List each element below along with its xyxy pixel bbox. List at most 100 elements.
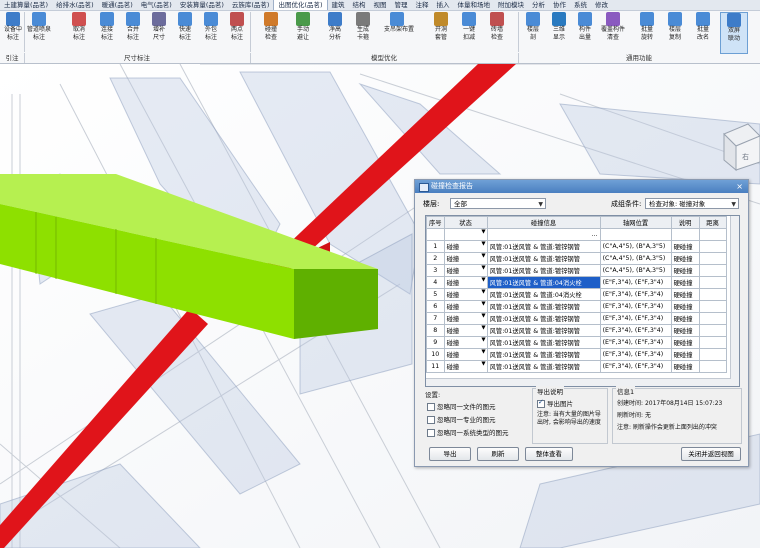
status-select[interactable]: 碰撞 ▼ [443,300,488,313]
table-row[interactable]: 4 碰撞 ▼ 风管:01送风管 & 管道:04消火栓 (E"F,3"4), (E"F,3… [426,276,727,289]
dialog-title-bar[interactable]: 碰撞检查报告 × [415,180,748,193]
ribbon-tool-button[interactable]: 取消 标注 [66,12,92,52]
ribbon-tab[interactable]: 暖通(品茗) [98,0,137,10]
checkbox[interactable] [427,403,435,411]
status-select[interactable]: 碰撞 ▼ [443,324,488,337]
status-select[interactable]: 碰撞 ▼ [443,276,488,289]
checkbox[interactable] [427,416,435,424]
table-row[interactable]: 11 碰撞 ▼ 风管:01送风管 & 管道:镀锌钢管 (E"F,3"4), (E"F,3… [426,360,727,373]
col-header-status[interactable]: 状态 [443,216,488,229]
status-select[interactable]: 碰撞 ▼ [443,252,488,265]
ribbon-tool-button[interactable]: 外包 标注 [198,12,224,52]
ribbon-tab[interactable]: 给排水(品茗) [52,0,98,10]
table-row[interactable]: 10 碰撞 ▼ 风管:01送风管 & 管道:镀锌钢管 (E"F,3"4), (E"F,3… [426,348,727,361]
col-header-no[interactable]: 序号 [426,216,445,229]
refresh-button[interactable]: 刷新 [477,447,519,461]
col-header-info[interactable]: 碰撞信息 [486,216,601,229]
status-select[interactable]: 碰撞 ▼ [443,336,488,349]
filter-cell[interactable] [670,228,700,241]
ribbon-tool-button[interactable]: 构件 出量 [572,12,598,52]
table-row[interactable]: 1 碰撞 ▼ 风管:01送风管 & 管道:镀锌钢管 (C"A,4"5), (B"A,3"… [426,240,727,253]
table-vertical-scrollbar[interactable] [730,216,739,386]
ribbon-tab[interactable]: 出图优化(品茗) [273,0,328,10]
ribbon-tab[interactable]: 插入 [433,0,454,10]
ribbon-tool-button[interactable]: 合并 标注 [120,12,146,52]
setting-label: 忽略同一系统类型的图元 [437,429,509,437]
setting-ignore-same-discipline[interactable]: 忽略同一专业的图元 [427,414,496,424]
status-select[interactable]: 碰撞 ▼ [443,312,488,325]
ribbon-tool-button[interactable]: 手动 避让 [290,12,316,52]
export-button[interactable]: 导出 [429,447,471,461]
ribbon-tool-button[interactable]: 三维 显示 [546,12,572,52]
filter-cell[interactable] [698,228,727,241]
ribbon-tab[interactable]: 管理 [391,0,412,10]
filter-cell[interactable] [599,228,672,241]
ribbon-tool-button[interactable]: 楼层 复制 [662,12,688,52]
status-select[interactable]: 碰撞 ▼ [443,360,488,373]
distance-cell [698,348,727,361]
overall-view-button[interactable]: 整体查看 [525,447,573,461]
ribbon-tool-button[interactable]: 设备中 标注 [0,12,26,52]
ribbon-tool-button[interactable]: 批量 改名 [690,12,716,52]
status-select[interactable]: 碰撞 ▼ [443,348,488,361]
checkbox[interactable] [427,429,435,437]
row-number: 6 [426,300,445,313]
ribbon-tool-button[interactable]: 砖墙 检查 [484,12,510,52]
ribbon-tab[interactable]: 协作 [549,0,570,10]
group-condition-select[interactable]: 检查对象: 碰撞对象 ▼ [645,198,739,209]
ribbon-tab[interactable]: 土建算量(品茗) [0,0,52,10]
setting-ignore-same-file[interactable]: 忽略同一文件的图元 [427,401,496,411]
setting-ignore-same-system[interactable]: 忽略同一系统类型的图元 [427,427,509,437]
ribbon-tab[interactable]: 系统 [570,0,591,10]
ribbon-tab[interactable]: 体量和场地 [454,0,495,10]
ribbon-tool-button[interactable]: 增补 尺寸 [146,12,172,52]
table-row[interactable]: 9 碰撞 ▼ 风管:01送风管 & 管道:镀锌钢管 (E"F,3"4), (E"F,3"… [426,336,727,349]
checkbox-checked[interactable] [537,398,545,408]
ribbon-tab[interactable]: 电气(品茗) [137,0,176,10]
col-header-note[interactable]: 说明 [670,216,700,229]
ribbon-tool-button[interactable]: 两点 标注 [224,12,250,52]
table-row[interactable]: 6 碰撞 ▼ 风管:01送风管 & 管道:镀锌钢管 (E"F,3"4), (E"F,3"… [426,300,727,313]
ribbon-tab[interactable]: 视图 [370,0,391,10]
ribbon-tool-button[interactable]: 连接 标注 [94,12,120,52]
status-select[interactable]: 碰撞 ▼ [443,264,488,277]
ribbon-tool-button[interactable]: 双屏 联动 [720,12,748,54]
ribbon-tab[interactable]: 附加模块 [494,0,528,10]
table-row[interactable]: 5 碰撞 ▼ 风管:01送风管 & 管道:04消火栓 (E"F,3"4), (E"F,3… [426,288,727,301]
table-horizontal-scrollbar[interactable] [426,378,731,386]
ribbon-tool-button[interactable]: 净高 分析 [322,12,348,52]
table-row[interactable]: 2 碰撞 ▼ 风管:01送风管 & 管道:镀锌钢管 (C"A,4"5), (B"A,3"… [426,252,727,265]
ribbon-tab[interactable]: 安装算量(品茗) [176,0,228,10]
col-header-axis[interactable]: 轴网位置 [599,216,672,229]
info-filter[interactable]: ... [486,228,601,241]
col-header-distance[interactable]: 距离 [698,216,727,229]
table-row[interactable]: 7 碰撞 ▼ 风管:01送风管 & 管道:镀锌钢管 (E"F,3"4), (E"F,3"… [426,312,727,325]
ribbon-tab[interactable]: 云族库(品茗) [228,0,274,10]
ribbon-tool-button[interactable]: 碰撞 检查 [258,12,284,52]
ribbon-tool-button[interactable]: 管道喷泉 标注 [26,12,52,52]
status-filter[interactable]: ▼ [443,228,488,241]
ribbon-tool-button[interactable]: 生成 卡箍 [350,12,376,52]
export-image-option[interactable]: 导出图片 [537,398,573,408]
ribbon-tool-button[interactable]: 支吊架布置 [384,12,414,52]
ribbon-tab[interactable]: 建筑 [328,0,349,10]
ribbon-tool-button[interactable]: 一键 扣减 [456,12,482,52]
filter-cell[interactable] [426,228,445,241]
table-row[interactable]: 8 碰撞 ▼ 风管:01送风管 & 管道:镀锌钢管 (E"F,3"4), (E"F,3"… [426,324,727,337]
ribbon-tab[interactable]: 结构 [349,0,370,10]
close-icon[interactable]: × [736,180,743,193]
ribbon-tab[interactable]: 分析 [528,0,549,10]
ribbon-tab[interactable]: 修改 [591,0,612,10]
ribbon-tool-button[interactable]: 开洞 套管 [428,12,454,52]
status-select[interactable]: 碰撞 ▼ [443,288,488,301]
ribbon-tool-button[interactable]: 快速 标注 [172,12,198,52]
status-select[interactable]: 碰撞 ▼ [443,240,488,253]
ribbon-tool-button[interactable]: 楼层 剖 [520,12,546,52]
floor-select[interactable]: 全部 ▼ [450,198,546,209]
ribbon-tab[interactable]: 注释 [412,0,433,10]
chevron-down-icon: ▼ [481,229,486,235]
ribbon-tool-button[interactable]: 覆盖构件 清查 [600,12,626,52]
ribbon-tool-button[interactable]: 批量 旋转 [634,12,660,52]
close-return-button[interactable]: 关闭并返回视图 [681,447,741,461]
table-row[interactable]: 3 碰撞 ▼ 风管:01送风管 & 管道:镀锌钢管 (C"A,4"5), (B"A,3"… [426,264,727,277]
